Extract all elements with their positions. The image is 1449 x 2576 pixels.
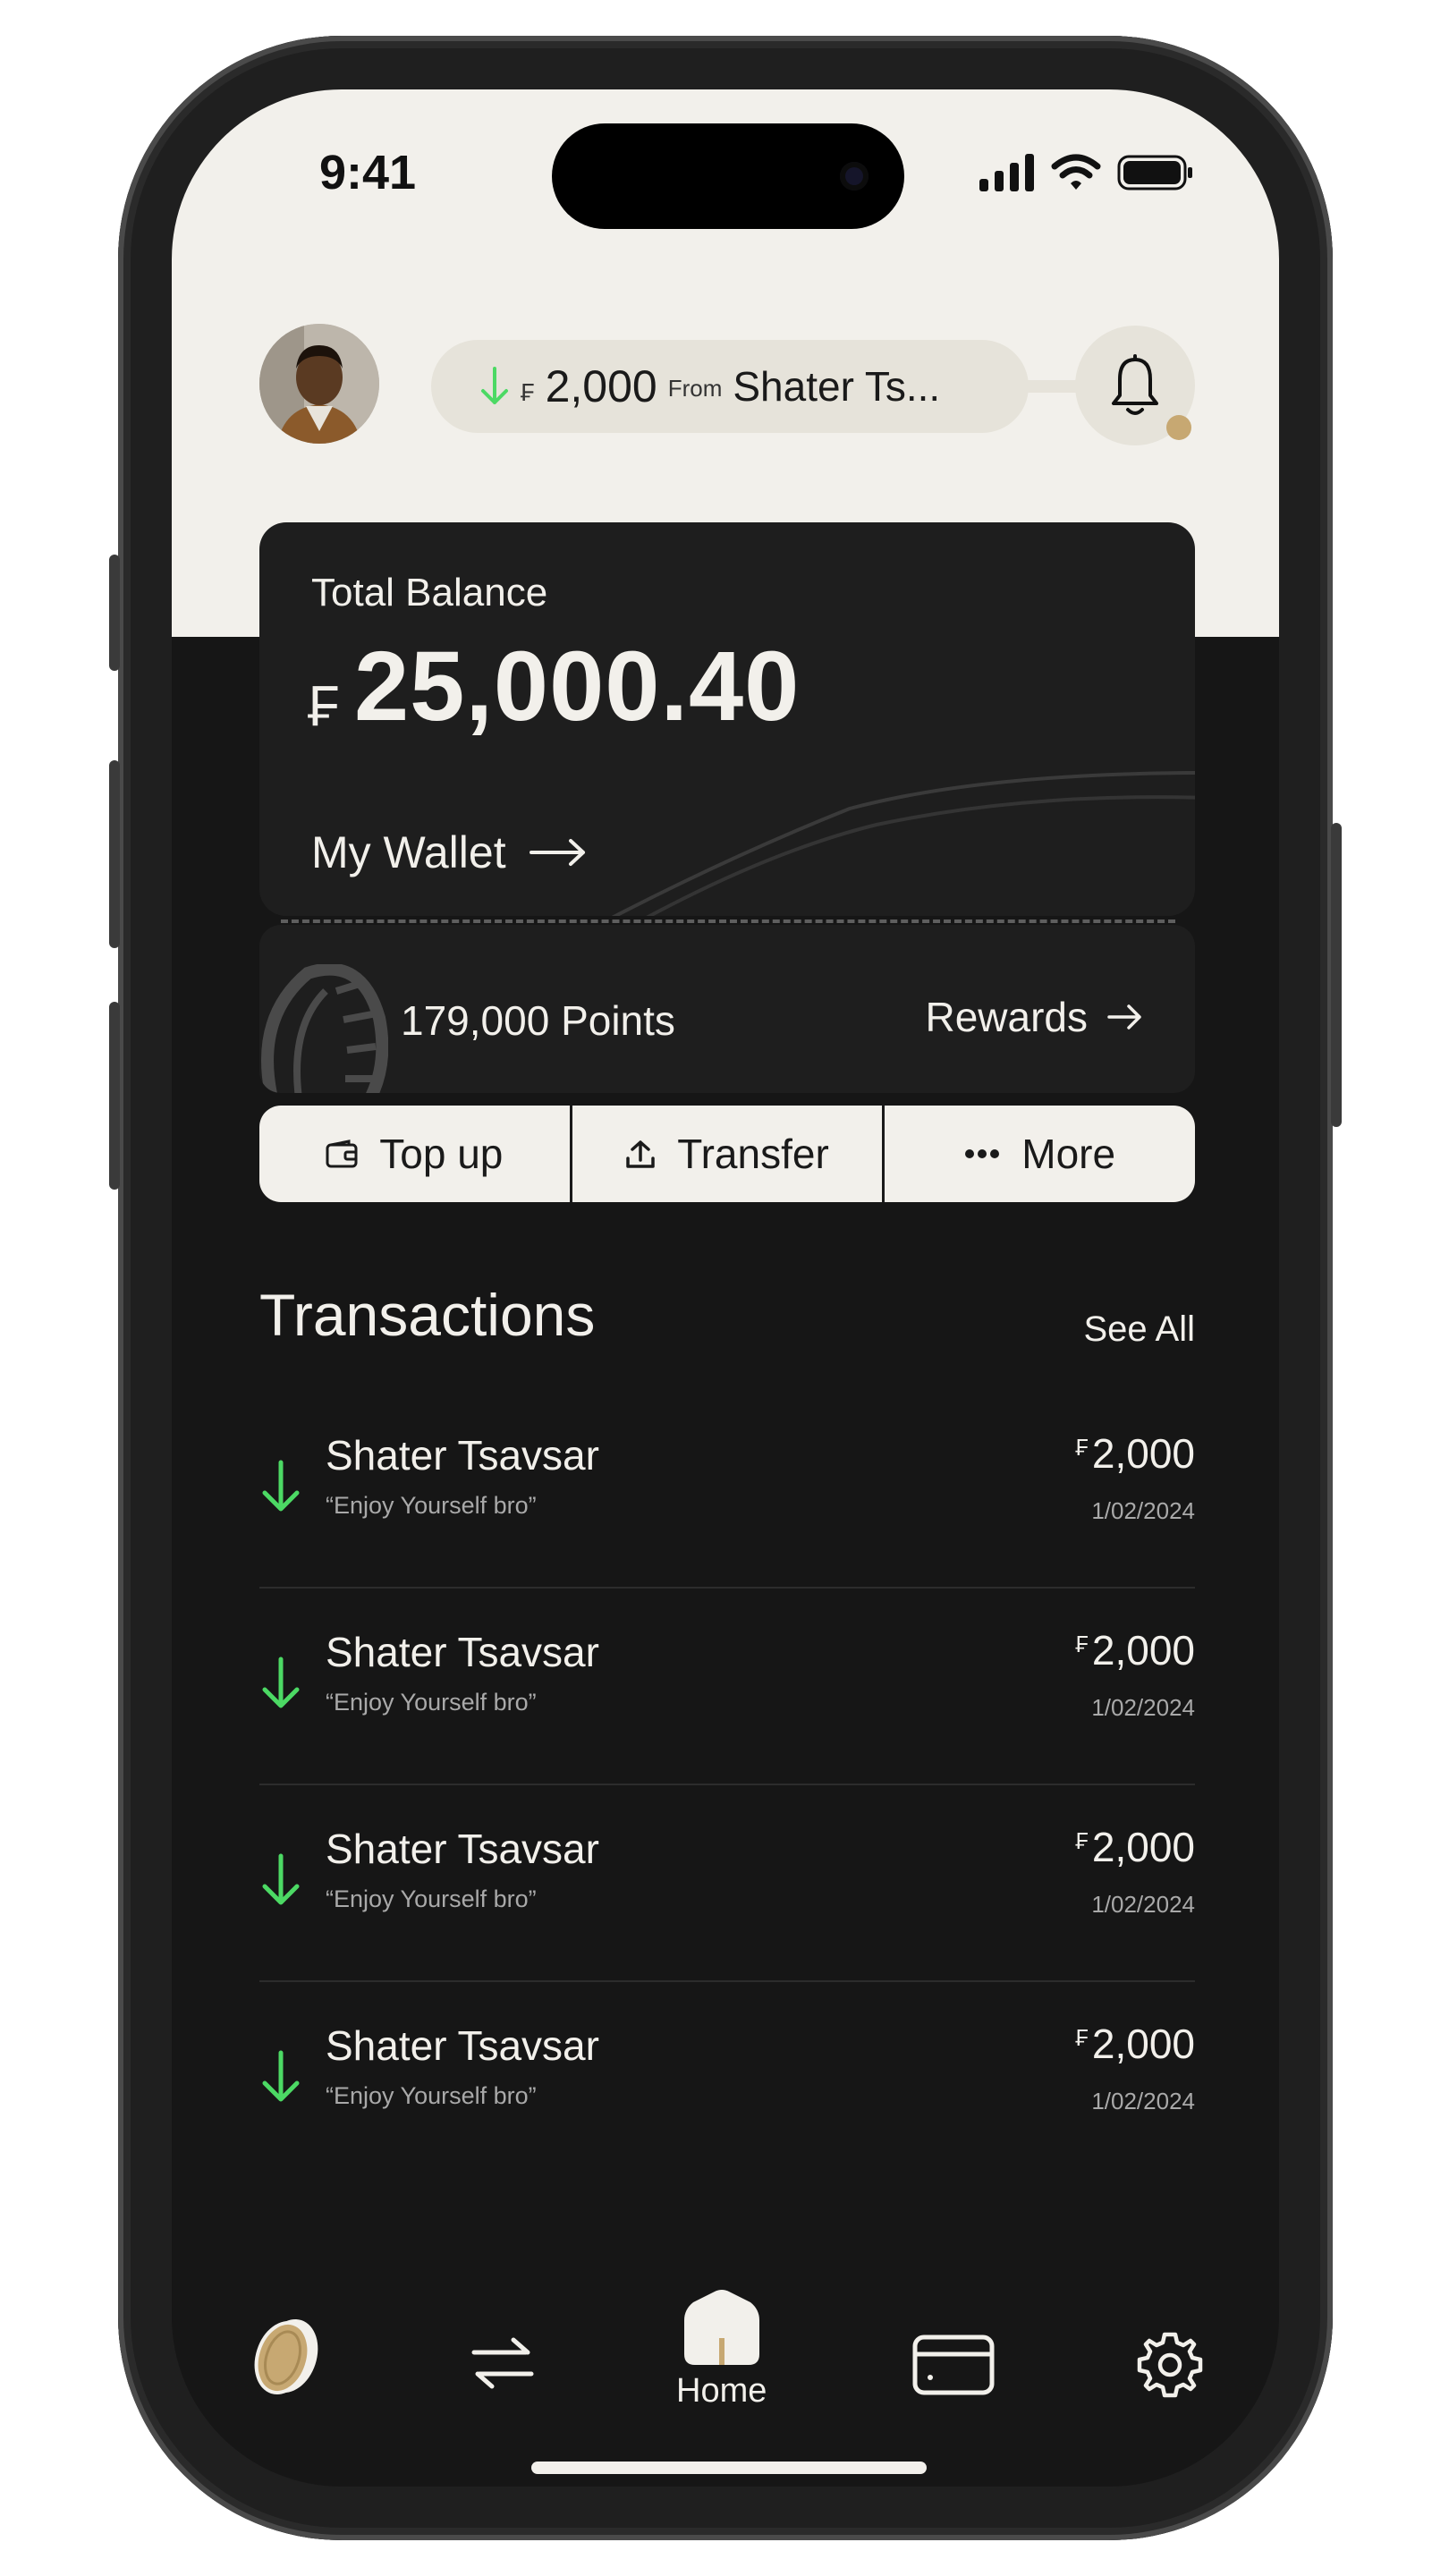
transactions-list: Shater Tsavsar “Enjoy Yourself bro” ₣2,0… [259,1392,1195,2179]
nav-item-home[interactable]: Home [676,2290,767,2411]
card-icon [912,2334,995,2395]
bottom-nav: Home [172,2290,1279,2433]
more-dots-icon [965,1149,1000,1158]
transaction-date: 1/02/2024 [1091,1891,1195,1918]
transaction-name: Shater Tsavsar [326,1629,599,1675]
signal-icon [979,154,1034,191]
pill-currency: ₣ [521,378,535,406]
transaction-name: Shater Tsavsar [326,2022,599,2069]
incoming-arrow-icon [481,367,508,404]
rewards-link[interactable]: Rewards [925,993,1143,1041]
my-wallet-link[interactable]: My Wallet [311,826,587,878]
more-button[interactable]: More [885,1106,1195,1202]
transaction-amount: ₣2,000 [1075,1626,1195,1674]
home-indicator[interactable] [531,2462,927,2474]
dynamic-island [552,123,904,229]
incoming-arrow-icon [262,1853,300,1905]
nav-item-coin[interactable] [250,2315,322,2401]
top-up-label: Top up [379,1131,504,1177]
nav-item-settings[interactable] [1136,2331,1204,2399]
transaction-row[interactable]: Shater Tsavsar “Enjoy Yourself bro” ₣2,0… [259,1785,1195,1982]
battery-icon [1117,155,1192,191]
incoming-arrow-icon [262,1657,300,1708]
home-icon [683,2290,759,2365]
nav-item-transfer[interactable] [470,2336,535,2390]
points-value: 179,000 [401,997,550,1044]
balance-label: Total Balance [311,571,548,614]
transaction-currency: ₣ [1075,2024,1089,2051]
points-text: 179,000 Points [401,996,675,1045]
transaction-amount: ₣2,000 [1075,2020,1195,2068]
top-up-button[interactable]: Top up [259,1106,572,1202]
more-label: More [1021,1131,1116,1177]
upload-icon [626,1140,655,1168]
transaction-amount-value: 2,000 [1091,1627,1195,1674]
coin-icon [254,2318,318,2395]
transfer-label: Transfer [677,1131,829,1177]
transaction-name: Shater Tsavsar [326,1826,599,1872]
card-divider [281,919,1175,923]
transaction-row[interactable]: Shater Tsavsar “Enjoy Yourself bro” ₣2,0… [259,1589,1195,1785]
settings-gear-icon [1137,2332,1203,2398]
transaction-date: 1/02/2024 [1091,1694,1195,1721]
power-button [1331,823,1342,1127]
transaction-date: 1/02/2024 [1091,2088,1195,2114]
transaction-date: 1/02/2024 [1091,1497,1195,1524]
points-unit: Points [561,997,675,1044]
pill-connector [1025,380,1079,393]
avatar-photo [259,324,379,444]
pill-sender: Shater Ts... [733,363,941,410]
coin-decoration-icon [261,964,388,1093]
balance-card: Total Balance ₣ 25,000.40 My Wallet [259,522,1195,916]
transactions-title: Transactions [259,1282,596,1348]
avatar[interactable] [259,324,379,444]
transaction-note: “Enjoy Yourself bro” [326,2082,537,2109]
transaction-currency: ₣ [1075,1827,1089,1854]
action-button [109,555,120,671]
transaction-amount: ₣2,000 [1075,1823,1195,1871]
decorative-lines [611,771,1195,916]
rewards-label: Rewards [925,994,1088,1040]
volume-down-button [109,1002,120,1190]
camera-icon [840,162,869,191]
transaction-amount-value: 2,000 [1091,1824,1195,1870]
wifi-icon [1051,154,1101,190]
see-all-link[interactable]: See All [1083,1309,1195,1350]
incoming-arrow-icon [262,1460,300,1512]
volume-up-button [109,760,120,948]
nav-home-label: Home [676,2372,767,2410]
transfer-arrows-icon [471,2337,534,2389]
status-time: 9:41 [319,146,417,199]
my-wallet-label: My Wallet [311,827,506,877]
transaction-amount-value: 2,000 [1091,1430,1195,1477]
wallet-icon [326,1140,358,1168]
transaction-currency: ₣ [1075,1434,1089,1461]
recent-transfer-pill[interactable]: ₣ 2,000 From Shater Ts... [431,340,1029,433]
incoming-arrow-icon [262,2050,300,2102]
nav-item-card[interactable] [912,2334,995,2395]
arrow-right-icon [529,839,585,866]
transaction-note: “Enjoy Yourself bro” [326,1885,537,1912]
transaction-amount: ₣2,000 [1075,1429,1195,1478]
transaction-row[interactable]: Shater Tsavsar “Enjoy Yourself bro” ₣2,0… [259,1392,1195,1589]
action-bar: Top up Transfer More [259,1106,1195,1202]
transaction-row[interactable]: Shater Tsavsar “Enjoy Yourself bro” ₣2,0… [259,1982,1195,2179]
status-icons [979,154,1194,191]
screen: 9:41 ₣ 2,000 From Shater Ts... Total Bal… [172,89,1279,2487]
transaction-amount-value: 2,000 [1091,2021,1195,2067]
balance-currency: ₣ [308,674,340,738]
transaction-note: “Enjoy Yourself bro” [326,1689,537,1716]
transaction-currency: ₣ [1075,1631,1089,1657]
transaction-note: “Enjoy Yourself bro” [326,1492,537,1519]
arrow-right-icon [1107,1004,1141,1030]
bell-icon [1112,354,1158,415]
notification-badge [1166,415,1191,440]
points-card: 179,000 Points Rewards [259,925,1195,1093]
transfer-button[interactable]: Transfer [572,1106,886,1202]
transaction-name: Shater Tsavsar [326,1432,599,1479]
pill-from-label: From [667,374,723,402]
pill-amount: 2,000 [545,361,657,411]
balance-amount: 25,000.40 [354,631,801,741]
